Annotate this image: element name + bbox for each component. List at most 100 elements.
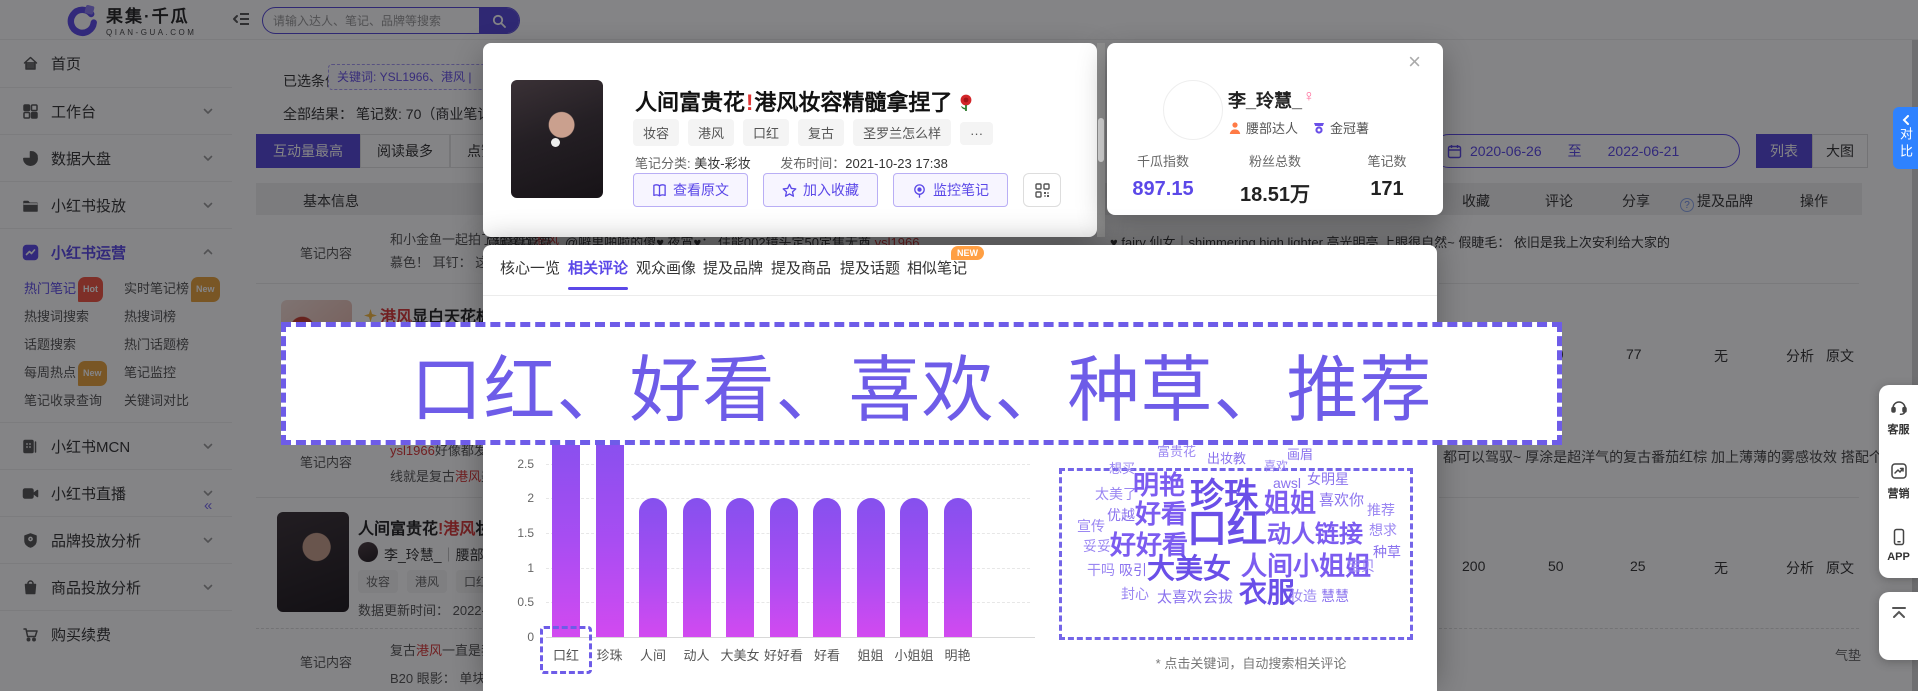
float-客服-button[interactable]: 客服 (1879, 385, 1918, 449)
cloud-word[interactable]: 慧慧 (1321, 589, 1349, 603)
cloud-word[interactable]: 想求 (1369, 523, 1397, 537)
tab-提及商品[interactable]: 提及商品 (771, 257, 831, 278)
qr-code-button[interactable] (1023, 173, 1061, 207)
cloud-word[interactable]: 吸引 (1119, 563, 1147, 577)
cloud-word[interactable]: 会拔 (1203, 590, 1233, 605)
bar-动人[interactable] (683, 498, 711, 637)
float-营销-button[interactable]: 营销 (1879, 449, 1918, 513)
cloud-word[interactable]: 好看 (1135, 501, 1187, 527)
comment-keywords-bar-chart: 00.511.522.5口红珍珠人间动人大美女好好看好看姐姐小姐姐明艳 (490, 440, 1045, 690)
medal-icon (1312, 121, 1326, 135)
note-analysis-modal: 核心一览相关评论观众画像提及品牌提及商品提及话题相似笔记NEW 00.511.5… (483, 245, 1437, 691)
back-to-top-icon (1890, 604, 1908, 660)
y-tick-label: 0.5 (490, 595, 534, 609)
cloud-word[interactable]: 动人链接 (1267, 523, 1363, 547)
cloud-word[interactable]: 妆造 (1289, 589, 1317, 603)
note-tag-chip[interactable]: 圣罗兰怎么样 (853, 119, 951, 146)
close-icon[interactable]: × (1408, 51, 1421, 73)
note-tag-chip[interactable]: 复古 (798, 119, 844, 146)
keyword-highlight-banner: 口红、好看、喜欢、种草、推荐 (281, 322, 1562, 445)
bar-明艳[interactable] (944, 498, 972, 637)
cloud-word[interactable]: 宝贝 (1347, 559, 1375, 573)
note-cover-image[interactable] (511, 80, 603, 198)
cloud-word[interactable]: 喜欢你 (1319, 493, 1364, 508)
star-icon (782, 183, 797, 198)
bar-大美女[interactable] (726, 498, 754, 637)
cloud-word[interactable]: 妥妥 (1083, 539, 1111, 553)
tab-核心一览[interactable]: 核心一览 (500, 257, 560, 278)
stat-label: 千瓜指数 (1107, 151, 1219, 170)
author-badge: 金冠薯 (1312, 118, 1369, 137)
qr-icon (1034, 182, 1051, 199)
author-card: × 李_玲慧_ ♀ 腰部达人金冠薯 千瓜指数897.15粉丝总数18.51万笔记… (1107, 43, 1443, 215)
keyword-banner-text: 口红、好看、喜欢、种草、推荐 (410, 331, 1432, 436)
cloud-word[interactable]: 种草 (1373, 545, 1401, 559)
float-APP-button[interactable]: APP (1879, 513, 1918, 577)
note-publish-time: 2021-10-23 17:38 (845, 156, 948, 171)
cloud-word[interactable]: 姐姐 (1264, 490, 1316, 516)
scrollbar-thumb[interactable] (1098, 118, 1104, 162)
author-stats: 千瓜指数897.15粉丝总数18.51万笔记数171 (1107, 151, 1443, 207)
cloud-word[interactable]: 口红 (1187, 509, 1267, 549)
comment-wordcloud: 富贵花出妆教喜欢画眉想买女明星太美了明艳珍珠awsl姐姐喜欢你推荐宣传优越好看口… (1057, 445, 1419, 645)
stat-value: 171 (1331, 178, 1443, 201)
note-tag-chip[interactable]: 妆容 (633, 119, 679, 146)
y-tick-label: 2.5 (490, 457, 534, 471)
cloud-word[interactable]: 优越 (1107, 508, 1135, 522)
bar-好看[interactable] (813, 498, 841, 637)
author-name[interactable]: 李_玲慧_ (1228, 87, 1302, 113)
cloud-word[interactable]: 大美女 (1147, 555, 1231, 583)
tab-相关评论[interactable]: 相关评论 (568, 257, 628, 278)
cloud-word[interactable]: 想买 (1109, 462, 1135, 475)
加入收藏-button[interactable]: 加入收藏 (763, 173, 878, 207)
cloud-word[interactable]: 明艳 (1133, 472, 1185, 498)
note-tag-chip[interactable]: 口红 (743, 119, 789, 146)
cloud-word[interactable]: 太美了 (1095, 487, 1137, 501)
author-stat: 笔记数171 (1331, 151, 1443, 207)
y-tick-label: 1.5 (490, 526, 534, 540)
bar-小姐姐[interactable] (900, 498, 928, 637)
查看原文-button[interactable]: 查看原文 (633, 173, 748, 207)
bar-珍珠[interactable] (596, 429, 624, 637)
compare-button[interactable]: 对比 (1893, 107, 1918, 169)
cloud-word[interactable]: 喜欢 (1264, 460, 1288, 472)
监控笔记-button[interactable]: 监控笔记 (893, 173, 1008, 207)
author-badge: 腰部达人 (1228, 118, 1298, 137)
note-action-buttons: 查看原文加入收藏监控笔记 (633, 173, 1061, 207)
tab-相似笔记[interactable]: 相似笔记NEW (907, 257, 967, 278)
x-category-label[interactable]: 明艳 (932, 645, 984, 664)
new-badge: NEW (951, 246, 984, 260)
author-badges: 腰部达人金冠薯 (1228, 118, 1369, 137)
tab-观众画像[interactable]: 观众画像 (636, 257, 696, 278)
note-title: 人间富贵花!港风妆容精髓拿捏了 (635, 85, 975, 117)
cloud-word[interactable]: 画眉 (1287, 448, 1313, 461)
bar-人间[interactable] (639, 498, 667, 637)
note-tag-chip[interactable]: 港风 (688, 119, 734, 146)
bar-好好看[interactable] (770, 498, 798, 637)
cloud-word[interactable]: 封心 (1121, 587, 1149, 601)
tabs-divider (483, 295, 1437, 296)
tab-提及话题[interactable]: 提及话题 (840, 257, 900, 278)
author-avatar[interactable] (1163, 80, 1223, 140)
back-to-top-button[interactable] (1879, 592, 1918, 660)
cloud-word[interactable]: 女明星 (1307, 472, 1349, 486)
bar-口红[interactable] (552, 429, 580, 637)
stat-label: 粉丝总数 (1219, 151, 1331, 170)
cloud-word[interactable]: 太喜欢 (1157, 590, 1202, 605)
modal-scrollbar[interactable] (1097, 43, 1105, 237)
cloud-word[interactable]: 宣传 (1077, 519, 1105, 533)
cloud-word[interactable]: 出妆教 (1207, 452, 1246, 465)
cloud-word[interactable]: 推荐 (1367, 503, 1395, 517)
note-category: 美妆-彩妆 (694, 156, 750, 171)
bar-姐姐[interactable] (857, 498, 885, 637)
cloud-word[interactable]: 富贵花 (1157, 445, 1196, 458)
cloud-word[interactable]: 干吗 (1087, 563, 1115, 577)
headset-icon (1890, 398, 1908, 416)
female-icon: ♀ (1303, 88, 1315, 106)
y-tick-label: 0 (490, 630, 534, 644)
floating-side-panel: 客服营销APP (1879, 385, 1918, 578)
tab-提及品牌[interactable]: 提及品牌 (703, 257, 763, 278)
cloud-word[interactable]: 衣服 (1239, 579, 1295, 607)
selected-keyword-box (540, 626, 592, 674)
note-tag-chip[interactable]: ··· (960, 122, 993, 145)
